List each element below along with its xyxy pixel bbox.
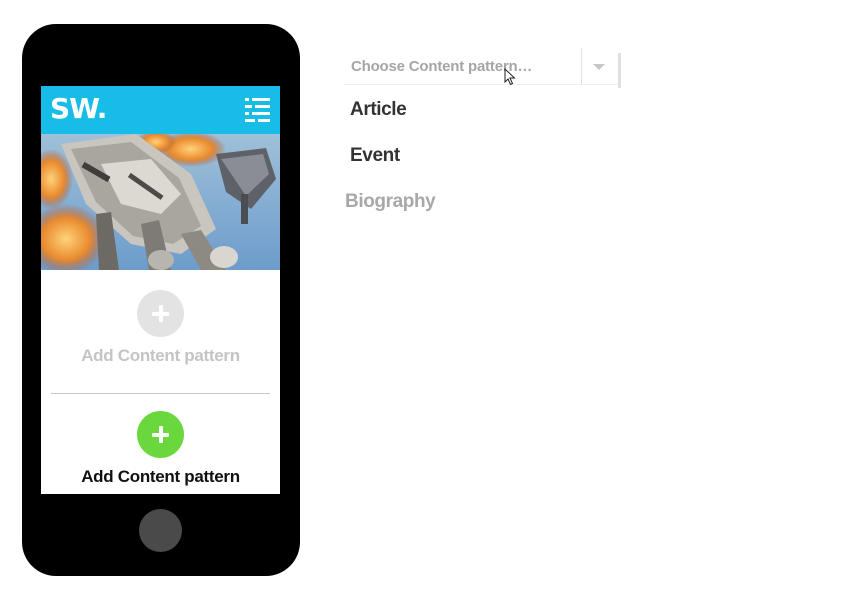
option-biography[interactable]: Biography <box>345 191 436 213</box>
select-edge <box>618 53 621 88</box>
select-separator <box>581 48 582 84</box>
add-content-slot-active[interactable]: Add Content pattern <box>41 411 280 487</box>
option-event[interactable]: Event <box>350 145 400 167</box>
home-button[interactable] <box>139 509 182 552</box>
phone-screen: SW. Add Content pattern Add Content patt… <box>41 86 280 494</box>
hero-image <box>41 134 280 270</box>
divider <box>51 393 270 394</box>
plus-icon[interactable] <box>137 290 184 337</box>
chevron-down-icon[interactable] <box>593 64 605 70</box>
add-content-label: Add Content pattern <box>81 346 240 365</box>
plus-icon[interactable] <box>137 411 184 458</box>
stage: SW. Add Content pattern Add Content patt… <box>0 0 850 600</box>
add-content-slot-inactive[interactable]: Add Content pattern <box>41 290 280 366</box>
add-content-label: Add Content pattern <box>81 467 240 486</box>
phone-mockup: SW. Add Content pattern Add Content patt… <box>22 24 300 576</box>
mouse-pointer-icon <box>504 68 516 86</box>
app-header: SW. <box>41 86 280 134</box>
site-logo[interactable]: SW. <box>50 93 107 125</box>
option-article[interactable]: Article <box>350 99 407 121</box>
hamburger-menu-icon[interactable] <box>245 98 270 122</box>
content-pattern-select[interactable]: Choose Content pattern… <box>344 48 621 88</box>
